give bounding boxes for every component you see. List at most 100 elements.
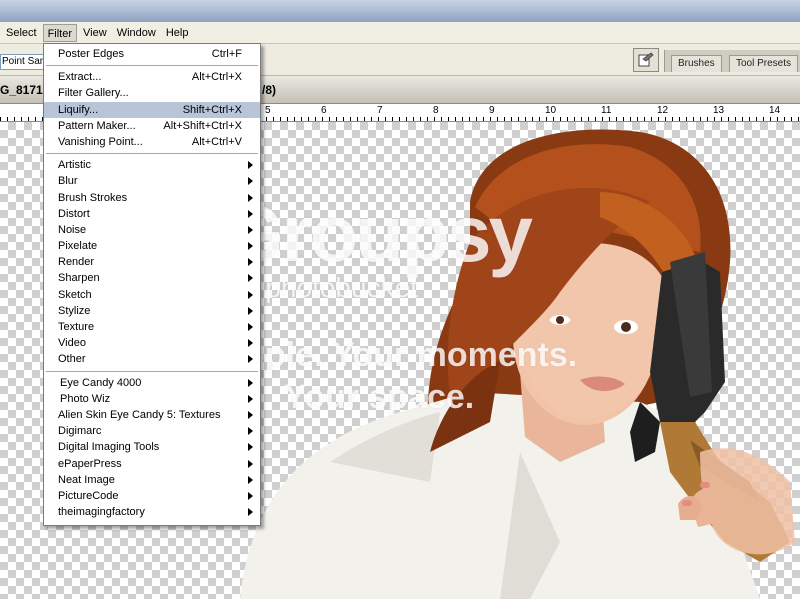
menu-item-label: Blur: [58, 175, 78, 188]
ruler-label: 14: [769, 105, 781, 116]
menu-item-label: Poster Edges: [58, 48, 125, 60]
watermark-logo: Groupsy: [222, 189, 533, 278]
menu-item-label: Pixelate: [58, 240, 98, 253]
submenu-arrow-icon: [248, 209, 253, 218]
submenu-arrow-icon: [248, 394, 253, 403]
submenu-noise[interactable]: Noise: [44, 222, 260, 238]
menu-item-label: Extract...: [58, 71, 102, 84]
submenu-eye-candy-4000[interactable]: Eye Candy 4000: [44, 375, 260, 391]
menu-view[interactable]: View: [79, 24, 111, 42]
menu-filter[interactable]: Filter: [42, 23, 78, 42]
watermark-tagline: Your space.: [284, 378, 475, 416]
menu-item-label: Digital Imaging Tools: [58, 441, 160, 454]
menu-item-pattern-maker[interactable]: Pattern Maker... Alt+Shift+Ctrl+X: [44, 118, 260, 134]
submenu-brush-strokes[interactable]: Brush Strokes: [44, 190, 260, 206]
menu-separator: [46, 153, 258, 155]
submenu-epaperpress[interactable]: ePaperPress: [44, 456, 260, 472]
menu-item-vanishing-point[interactable]: Vanishing Point... Alt+Ctrl+V: [44, 134, 260, 150]
menu-item-label: theimagingfactory: [58, 506, 145, 519]
menu-item-shortcut: Alt+Shift+Ctrl+X: [163, 119, 242, 132]
menu-help[interactable]: Help: [162, 24, 193, 42]
submenu-theimagingfactory[interactable]: theimagingfactory: [44, 504, 260, 520]
submenu-neat-image[interactable]: Neat Image: [44, 472, 260, 488]
menu-item-label: Sharpen: [58, 272, 100, 285]
ruler-label: 8: [433, 105, 439, 116]
ruler-label: 6: [321, 105, 327, 116]
submenu-video[interactable]: Video: [44, 335, 260, 351]
submenu-arrow-icon: [248, 508, 253, 517]
submenu-arrow-icon: [248, 378, 253, 387]
menu-item-label: Stylize: [58, 304, 91, 317]
menu-item-last-filter[interactable]: Poster Edges Ctrl+F: [44, 46, 260, 62]
menu-item-label: Other: [58, 353, 86, 366]
menu-item-shortcut: Alt+Ctrl+V: [191, 135, 242, 148]
menu-item-filter-gallery[interactable]: Filter Gallery...: [44, 85, 260, 101]
menu-separator: [46, 65, 258, 67]
submenu-texture[interactable]: Texture: [44, 319, 260, 335]
submenu-arrow-icon: [248, 177, 253, 186]
menu-item-shortcut: Shift+Ctrl+X: [182, 103, 242, 116]
submenu-arrow-icon: [248, 242, 253, 251]
menu-item-label: Pattern Maker...: [58, 119, 136, 132]
menu-item-label: Photo Wiz: [60, 392, 111, 405]
submenu-other[interactable]: Other: [44, 351, 260, 367]
menu-window[interactable]: Window: [113, 24, 160, 42]
submenu-artistic[interactable]: Artistic: [44, 157, 260, 173]
submenu-stylize[interactable]: Stylize: [44, 303, 260, 319]
menu-item-label: Sketch: [58, 288, 92, 301]
submenu-digimarc[interactable]: Digimarc: [44, 423, 260, 439]
tab-tool-presets[interactable]: Tool Presets: [729, 55, 799, 72]
palette-well: Brushes Tool Presets: [664, 50, 800, 72]
submenu-picturecode[interactable]: PictureCode: [44, 488, 260, 504]
submenu-sketch[interactable]: Sketch: [44, 287, 260, 303]
submenu-arrow-icon: [248, 443, 253, 452]
submenu-arrow-icon: [248, 475, 253, 484]
menu-item-label: Eye Candy 4000: [60, 376, 142, 389]
ruler-label: 12: [657, 105, 669, 116]
palette-icon: [638, 52, 654, 67]
menu-item-liquify[interactable]: Liquify... Shift+Ctrl+X: [44, 101, 260, 118]
submenu-arrow-icon: [248, 355, 253, 364]
submenu-render[interactable]: Render: [44, 254, 260, 270]
ruler-label: 5: [265, 105, 271, 116]
menu-item-label: Artistic: [58, 159, 91, 172]
submenu-arrow-icon: [248, 459, 253, 468]
submenu-digital-imaging-tools[interactable]: Digital Imaging Tools: [44, 439, 260, 455]
ruler-label: 7: [377, 105, 383, 116]
submenu-arrow-icon: [248, 323, 253, 331]
menu-item-extract[interactable]: Extract... Alt+Ctrl+X: [44, 69, 260, 85]
submenu-distort[interactable]: Distort: [44, 206, 260, 222]
menu-item-label: Alien Skin Eye Candy 5: Textures: [58, 408, 221, 421]
palette-toggle-button[interactable]: [633, 48, 659, 72]
menu-separator: [46, 370, 258, 372]
tab-brushes[interactable]: Brushes: [671, 55, 722, 72]
submenu-arrow-icon: [248, 225, 253, 234]
submenu-arrow-icon: [248, 258, 253, 267]
submenu-arrow-icon: [248, 193, 253, 202]
submenu-sharpen[interactable]: Sharpen: [44, 270, 260, 286]
submenu-pixelate[interactable]: Pixelate: [44, 238, 260, 254]
submenu-arrow-icon: [248, 290, 253, 299]
menu-select[interactable]: Select: [2, 24, 41, 42]
menu-item-label: Liquify...: [58, 103, 99, 116]
menu-item-label: Vanishing Point...: [58, 135, 143, 148]
menu-bar: Select Filter View Window Help: [0, 22, 800, 44]
menu-item-label: Digimarc: [58, 425, 102, 438]
submenu-arrow-icon: [248, 491, 253, 500]
submenu-arrow-icon: [248, 161, 253, 170]
submenu-blur[interactable]: Blur: [44, 173, 260, 189]
submenu-arrow-icon: [248, 339, 253, 348]
document-mode: /8): [262, 83, 277, 97]
ruler-label: 11: [601, 105, 612, 116]
menu-item-label: Distort: [58, 207, 90, 220]
sample-size-field[interactable]: Point Sample: [0, 54, 46, 70]
submenu-arrow-icon: [248, 306, 253, 315]
menu-item-label: Brush Strokes: [58, 191, 128, 204]
menu-item-label: Render: [58, 256, 95, 269]
submenu-arrow-icon: [248, 410, 253, 419]
menu-item-label: Filter Gallery...: [58, 87, 129, 100]
menu-item-label: Neat Image: [58, 473, 115, 486]
menu-item-label: Texture: [58, 321, 95, 333]
submenu-alien-skin[interactable]: Alien Skin Eye Candy 5: Textures: [44, 407, 260, 423]
submenu-photo-wiz[interactable]: Photo Wiz: [44, 391, 260, 407]
